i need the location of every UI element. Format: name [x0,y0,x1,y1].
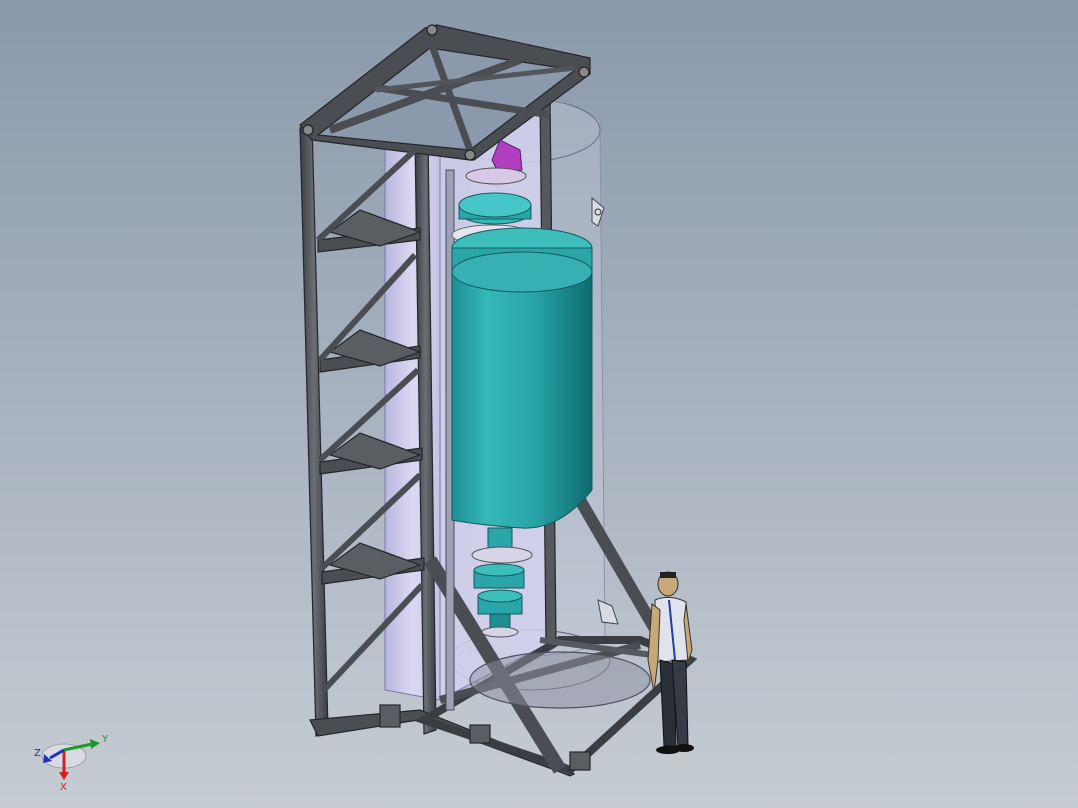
z-axis-label: Z [34,748,41,759]
x-axis-label: X [60,782,67,793]
y-axis-arrow [90,739,100,749]
pressure-vessel[interactable] [451,227,593,529]
coordinate-triad-icon[interactable]: X Y Z [30,728,120,798]
x-axis-arrow [59,772,69,780]
assembly-model[interactable] [0,0,1078,808]
cad-viewport[interactable]: X Y Z [0,0,1078,808]
y-axis-label: Y [101,734,109,745]
